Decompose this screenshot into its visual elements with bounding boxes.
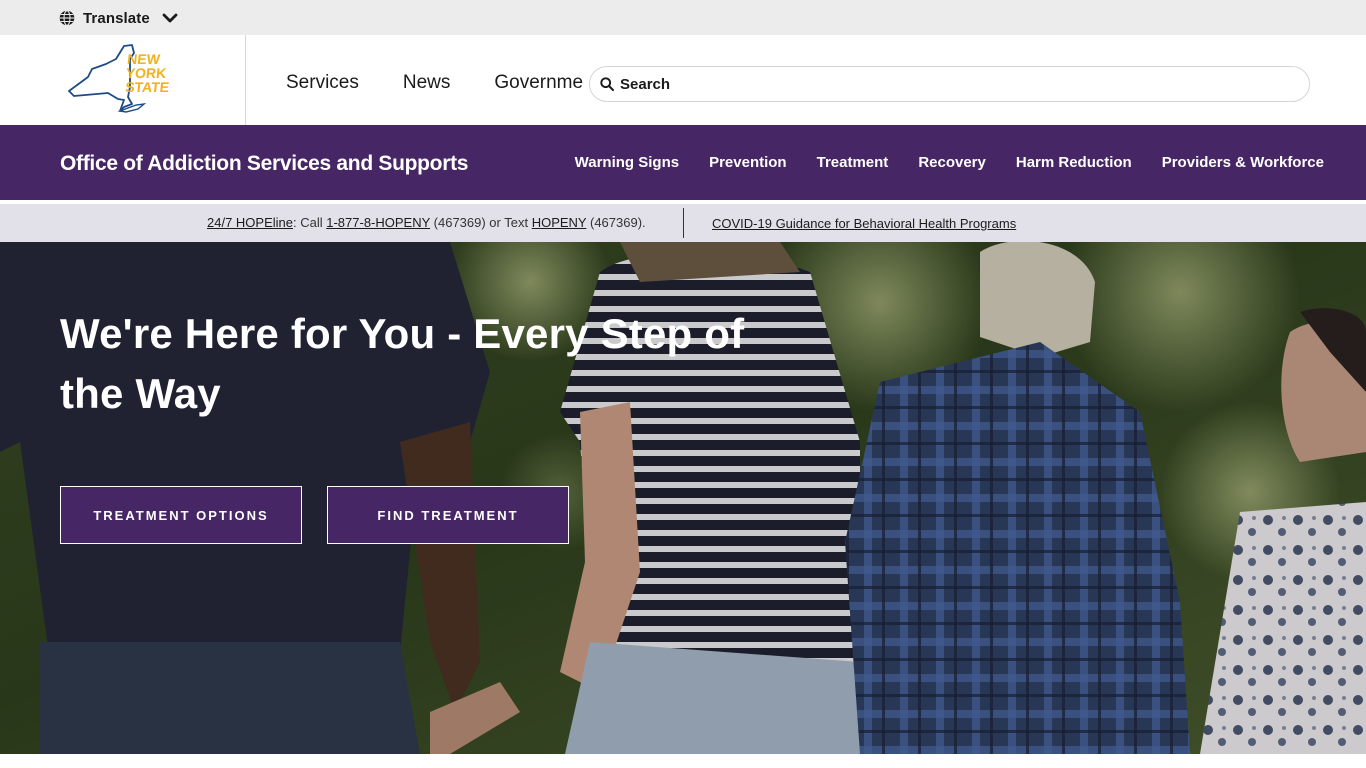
covid-guidance-link[interactable]: COVID-19 Guidance for Behavioral Health … <box>712 216 1016 231</box>
find-treatment-button[interactable]: FIND TREATMENT <box>327 486 569 544</box>
hero-banner: We're Here for You - Every Step of the W… <box>0 242 1366 754</box>
text-link[interactable]: HOPENY <box>532 215 587 230</box>
agency-header: Office of Addiction Services and Support… <box>0 125 1366 200</box>
agency-nav-warning-signs[interactable]: Warning Signs <box>575 154 679 171</box>
search-icon <box>600 77 614 91</box>
alert-separator <box>683 208 684 238</box>
hopeline-message: 24/7 HOPEline: Call 1-877-8-HOPENY (4673… <box>207 215 646 230</box>
agency-nav-treatment[interactable]: Treatment <box>817 154 889 171</box>
alert-bar: 24/7 HOPEline: Call 1-877-8-HOPENY (4673… <box>0 204 1366 242</box>
search-input[interactable] <box>620 75 1220 93</box>
hopeline-link[interactable]: 24/7 HOPEline <box>207 215 293 230</box>
nys-logo[interactable]: NEW YORK STATE <box>66 43 182 113</box>
covid-message: COVID-19 Guidance for Behavioral Health … <box>712 216 1016 231</box>
nys-global-header: NEW YORK STATE Services News Government <box>0 35 1366 125</box>
nav-government[interactable]: Government <box>494 72 584 94</box>
search-box <box>589 66 1310 102</box>
phone-link[interactable]: 1-877-8-HOPENY <box>326 215 430 230</box>
page-bottom-strip <box>0 754 1366 768</box>
logo-text-state: STATE <box>125 79 170 95</box>
nys-nav: Services News Government <box>286 72 628 94</box>
chevron-down-icon <box>162 13 178 23</box>
phone-digits: (467369) or Text <box>430 215 532 230</box>
globe-icon <box>59 10 75 26</box>
treatment-options-button[interactable]: TREATMENT OPTIONS <box>60 486 302 544</box>
nav-services[interactable]: Services <box>286 72 359 94</box>
header-divider <box>245 35 246 125</box>
agency-nav-harm-reduction[interactable]: Harm Reduction <box>1016 154 1132 171</box>
agency-nav-recovery[interactable]: Recovery <box>918 154 986 171</box>
agency-nav: Warning Signs Prevention Treatment Recov… <box>545 154 1324 171</box>
translate-button[interactable]: Translate <box>59 8 178 28</box>
agency-nav-providers-workforce[interactable]: Providers & Workforce <box>1162 154 1324 171</box>
agency-nav-prevention[interactable]: Prevention <box>709 154 787 171</box>
text-digits: (467369). <box>586 215 646 230</box>
agency-name[interactable]: Office of Addiction Services and Support… <box>60 152 468 176</box>
hero-title: We're Here for You - Every Step of the W… <box>60 310 745 417</box>
nav-news[interactable]: News <box>403 72 451 94</box>
call-text: : Call <box>293 215 327 230</box>
translate-bar: Translate <box>0 0 1366 35</box>
translate-label: Translate <box>83 9 150 27</box>
